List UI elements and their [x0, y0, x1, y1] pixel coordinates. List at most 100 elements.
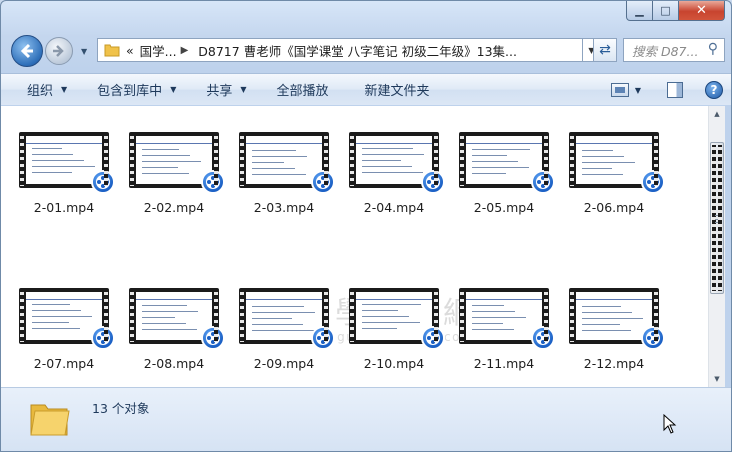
file-name[interactable]: 2-06.mp4 [559, 200, 669, 215]
file-name[interactable]: 2-01.mp4 [9, 200, 119, 215]
reel-hole [211, 184, 215, 188]
frame-text-line [582, 174, 623, 175]
reel-hole [321, 332, 325, 336]
reel-disc [96, 331, 110, 345]
reel-disc [426, 175, 440, 189]
file-name[interactable]: 2-12.mp4 [559, 356, 669, 371]
reel-hole [101, 184, 105, 188]
frame-text-line [32, 160, 84, 161]
vertical-scrollbar[interactable]: ▲ ▼ [708, 106, 725, 387]
reel-hole [215, 336, 219, 340]
film-reel-icon [421, 170, 445, 194]
scroll-up-icon[interactable]: ▲ [709, 106, 725, 122]
change-view-button[interactable]: ▼ [607, 78, 641, 102]
file-name[interactable]: 2-09.mp4 [229, 356, 339, 371]
organize-menu[interactable]: 组织 ▼ [1, 74, 79, 105]
frame-text-line [32, 154, 73, 155]
thumbnail-frame [576, 292, 652, 340]
file-name[interactable]: 2-05.mp4 [449, 200, 559, 215]
search-placeholder: 搜索 D87... [632, 43, 699, 59]
caret-down-icon[interactable]: ▼ [635, 86, 641, 95]
preview-pane-icon[interactable] [667, 82, 683, 98]
reel-hole [431, 176, 435, 180]
file-item[interactable]: 2-05.mp4 [449, 132, 555, 222]
chevron-right-icon[interactable]: ▶ [181, 45, 189, 56]
file-item[interactable]: 2-06.mp4 [559, 132, 665, 222]
file-item[interactable]: 2-07.mp4 [9, 288, 115, 378]
frame-text-line [252, 324, 303, 325]
file-item[interactable]: 2-01.mp4 [9, 132, 115, 222]
file-name[interactable]: 2-08.mp4 [119, 356, 229, 371]
minimize-button[interactable]: ▁ [626, 1, 653, 21]
close-button[interactable]: ✕ [679, 1, 725, 21]
frame-text-line [32, 172, 72, 173]
search-icon[interactable]: ⚲ [708, 41, 718, 57]
thumbnail-frame [466, 292, 542, 340]
help-icon[interactable]: ? [705, 81, 723, 99]
reel-hole [541, 332, 545, 336]
film-reel-icon [201, 326, 225, 350]
file-item[interactable]: 2-02.mp4 [119, 132, 225, 222]
frame-text-line [582, 318, 643, 319]
file-item[interactable]: 2-10.mp4 [339, 288, 445, 378]
reel-hole [211, 340, 215, 344]
address-overflow[interactable]: « [126, 43, 134, 58]
file-item[interactable]: 2-08.mp4 [119, 288, 225, 378]
film-reel-icon [641, 326, 665, 350]
play-all-button[interactable]: 全部播放 [259, 74, 341, 105]
frame-text-line [362, 154, 424, 155]
file-name[interactable]: 2-07.mp4 [9, 356, 119, 371]
frame-text-line [472, 323, 503, 324]
frame-text-line [142, 329, 197, 330]
address-bar[interactable]: « 国学... ▶ D8717 曹老师《国学课堂 八字笔记 初级二年级》13集.… [97, 38, 583, 62]
share-menu[interactable]: 共享 ▼ [188, 74, 258, 105]
reel-hole [541, 176, 545, 180]
file-list[interactable]: 國 國學資源網 www.guoxueziyuan.com 2-01.mp42-0… [1, 106, 708, 387]
frame-text-line [362, 316, 409, 317]
file-item[interactable]: 2-12.mp4 [559, 288, 665, 378]
reel-hole [207, 336, 211, 340]
breadcrumb-segment[interactable]: D8717 曹老师《国学课堂 八字笔记 初级二年级》13集... [198, 41, 517, 60]
include-in-library-menu[interactable]: 包含到库中 ▼ [79, 74, 188, 105]
details-pane: 13 个对象 [1, 387, 731, 451]
video-thumbnail [569, 132, 665, 194]
scroll-down-icon[interactable]: ▼ [709, 371, 725, 387]
forward-button[interactable] [45, 37, 73, 65]
file-name[interactable]: 2-03.mp4 [229, 200, 339, 215]
frame-text-line [362, 160, 401, 161]
file-name[interactable]: 2-10.mp4 [339, 356, 449, 371]
search-input[interactable]: 搜索 D87... ⚲ [623, 38, 725, 62]
reel-disc [96, 175, 110, 189]
refresh-button[interactable]: ⇄ [593, 38, 617, 62]
file-name[interactable]: 2-02.mp4 [119, 200, 229, 215]
breadcrumb-segment[interactable]: 国学... [140, 41, 177, 60]
file-item[interactable]: 2-04.mp4 [339, 132, 445, 222]
back-button[interactable] [11, 35, 43, 67]
recent-pages-dropdown[interactable]: ▼ [81, 47, 87, 56]
frame-text-line [582, 312, 632, 313]
maximize-button[interactable]: □ [653, 1, 679, 21]
reel-hole [647, 336, 651, 340]
frame-text-line [32, 166, 95, 167]
thumbnail-frame [246, 292, 322, 340]
reel-hole [435, 180, 439, 184]
film-reel-icon [421, 326, 445, 350]
folder-icon [104, 44, 120, 57]
video-thumbnail [459, 288, 555, 350]
file-item[interactable]: 2-09.mp4 [229, 288, 335, 378]
frame-text-line [142, 161, 201, 162]
file-name[interactable]: 2-04.mp4 [339, 200, 449, 215]
frame-text-line [142, 149, 179, 150]
reel-disc [206, 175, 220, 189]
new-folder-button[interactable]: 新建文件夹 [341, 74, 442, 105]
file-item[interactable]: 2-03.mp4 [229, 132, 335, 222]
scroll-thumb[interactable] [710, 142, 724, 294]
frame-text-line [472, 155, 507, 156]
thumbnail-frame [356, 136, 432, 184]
forward-arrow-icon [53, 45, 64, 57]
thumbnail-frame [26, 292, 102, 340]
file-item[interactable]: 2-11.mp4 [449, 288, 555, 378]
file-name[interactable]: 2-11.mp4 [449, 356, 559, 371]
reel-disc [646, 331, 660, 345]
frame-text-line [472, 305, 504, 306]
